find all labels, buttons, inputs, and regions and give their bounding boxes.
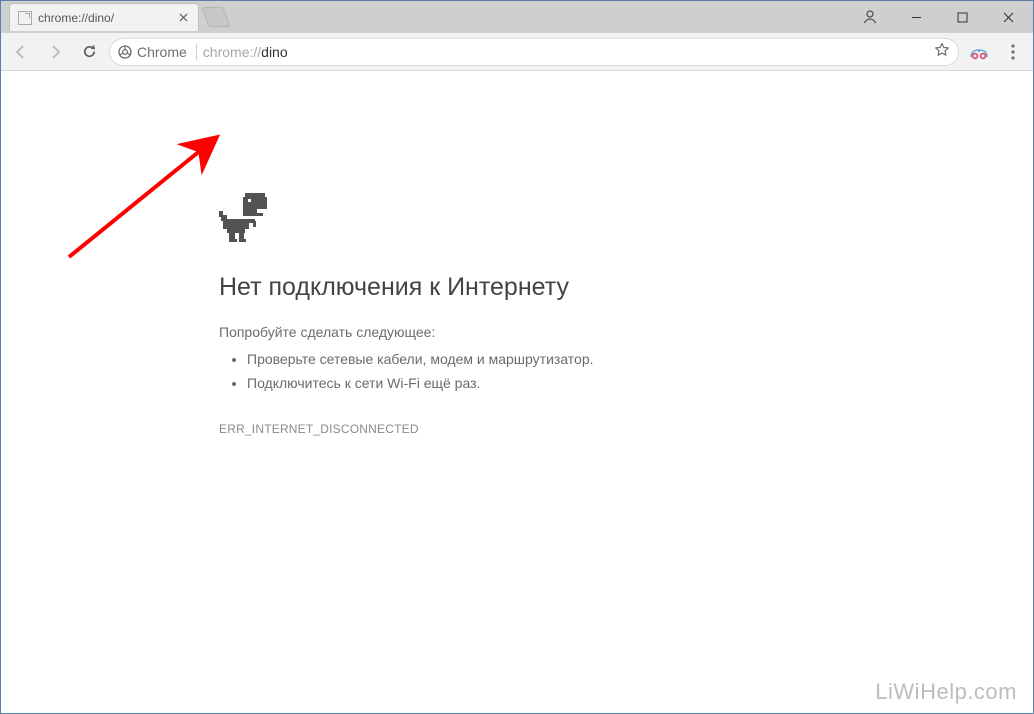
browser-tab[interactable]: chrome://dino/ [9, 3, 199, 31]
annotation-arrow-icon [59, 131, 239, 261]
security-chip-label: Chrome [137, 44, 187, 60]
error-title: Нет подключения к Интернету [219, 273, 779, 302]
url-scheme: chrome:// [203, 44, 261, 60]
extension-icon[interactable] [965, 38, 993, 66]
error-suggestion-item: Подключитесь к сети Wi-Fi ещё раз. [247, 372, 779, 396]
account-icon[interactable] [847, 2, 893, 32]
back-button[interactable] [7, 38, 35, 66]
error-suggestion-item: Проверьте сетевые кабели, модем и маршру… [247, 348, 779, 372]
security-chip[interactable]: Chrome [118, 44, 197, 60]
dino-icon[interactable] [219, 193, 267, 243]
address-bar[interactable]: Chrome chrome://dino [109, 38, 959, 66]
browser-window: chrome://dino/ [0, 0, 1034, 714]
new-tab-button[interactable] [201, 7, 230, 27]
maximize-button[interactable] [939, 2, 985, 32]
page-content: Нет подключения к Интернету Попробуйте с… [1, 71, 1033, 713]
tab-title: chrome://dino/ [38, 11, 176, 25]
tab-strip: chrome://dino/ [1, 1, 833, 31]
page-favicon-icon [18, 11, 32, 25]
forward-button[interactable] [41, 38, 69, 66]
error-suggestions: Проверьте сетевые кабели, модем и маршру… [219, 348, 779, 396]
reload-button[interactable] [75, 38, 103, 66]
tab-close-button[interactable] [176, 11, 190, 25]
chrome-logo-icon [118, 45, 132, 59]
url-text: chrome://dino [203, 44, 288, 60]
error-code: ERR_INTERNET_DISCONNECTED [219, 422, 779, 436]
close-window-button[interactable] [985, 2, 1031, 32]
error-intro: Попробуйте сделать следующее: [219, 324, 779, 340]
chrome-menu-button[interactable] [999, 38, 1027, 66]
chip-separator [196, 44, 197, 60]
bookmark-star-icon[interactable] [934, 42, 950, 61]
minimize-button[interactable] [893, 2, 939, 32]
offline-error-block: Нет подключения к Интернету Попробуйте с… [219, 193, 779, 436]
watermark-text: LiWiHelp.com [875, 679, 1017, 705]
toolbar: Chrome chrome://dino [1, 33, 1033, 71]
url-path: dino [261, 44, 287, 60]
